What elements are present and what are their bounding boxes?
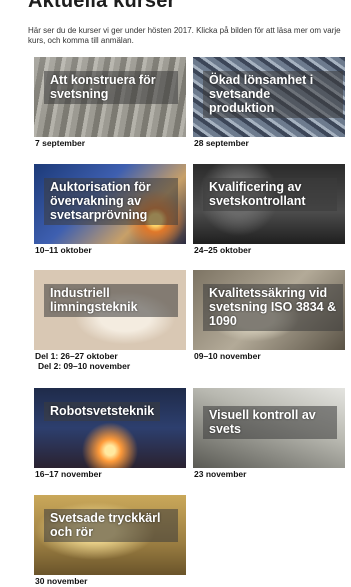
course-card-kvalitetssakring: Kvalitetssäkring vid svetsning ISO 3834 … (193, 270, 345, 361)
course-date: 7 september (35, 138, 86, 148)
course-date: 09–10 november (194, 351, 261, 361)
course-date: 10–11 oktober (35, 245, 92, 255)
course-image-link[interactable]: Visuell kontroll av svets (193, 388, 345, 468)
course-card-auktorisation: Auktorisation för övervakning av svetsar… (34, 164, 186, 255)
course-date-part-2: Del 2: 09–10 november (38, 361, 131, 371)
course-date: 28 september (194, 138, 249, 148)
course-card-robotsvetsteknik: Robotsvetsteknik 16–17 november (34, 388, 186, 479)
course-date: 24–25 oktober (194, 245, 252, 255)
course-title: Svetsade tryckkärl och rör (44, 509, 178, 542)
course-title: Visuell kontroll av svets (203, 406, 337, 439)
course-date: 23 november (194, 469, 247, 479)
course-title: Kvalitetssäkring vid svetsning ISO 3834 … (203, 284, 343, 331)
course-title: Industriell limningsteknik (44, 284, 178, 317)
course-title: Ökad lönsamhet i svetsande produktion (203, 71, 343, 118)
course-card-visuell-kontroll: Visuell kontroll av svets 23 november (193, 388, 345, 479)
course-image-link[interactable]: Kvalitetssäkring vid svetsning ISO 3834 … (193, 270, 345, 350)
course-card-okad-lonsamhet: Ökad lönsamhet i svetsande produktion 28… (193, 57, 345, 148)
course-image-link[interactable]: Industriell limningsteknik (34, 270, 186, 350)
course-date: Del 1: 26–27 oktober (35, 351, 118, 361)
course-image-link[interactable]: Ökad lönsamhet i svetsande produktion (193, 57, 345, 137)
course-card-kvalificering: Kvalificering av svetskontrollant 24–25 … (193, 164, 345, 255)
course-date: 30 november (35, 576, 88, 586)
course-image-link[interactable]: Att konstruera för svetsning (34, 57, 186, 137)
course-image-link[interactable]: Robotsvetsteknik (34, 388, 186, 468)
course-title: Kvalificering av svetskontrollant (203, 178, 337, 211)
course-card-att-konstruera: Att konstruera för svetsning 7 september (34, 57, 186, 148)
course-title: Att konstruera för svetsning (44, 71, 178, 104)
course-date: 16–17 november (35, 469, 102, 479)
course-card-limningsteknik: Industriell limningsteknik Del 1: 26–27 … (34, 270, 186, 371)
course-grid: Att konstruera för svetsning 7 september… (0, 0, 351, 587)
course-image-link[interactable]: Kvalificering av svetskontrollant (193, 164, 345, 244)
course-title: Auktorisation för övervakning av svetsar… (44, 178, 178, 225)
course-title: Robotsvetsteknik (44, 402, 161, 421)
course-card-tryckkarl: Svetsade tryckkärl och rör 30 november (34, 495, 186, 586)
course-image-link[interactable]: Svetsade tryckkärl och rör (34, 495, 186, 575)
course-image-link[interactable]: Auktorisation för övervakning av svetsar… (34, 164, 186, 244)
